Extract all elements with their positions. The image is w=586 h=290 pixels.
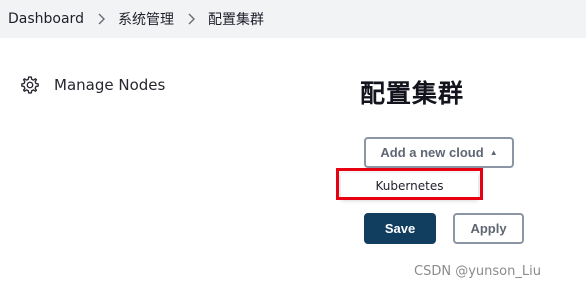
add-cloud-label: Add a new cloud xyxy=(380,145,484,160)
sidebar-item-label: Manage Nodes xyxy=(54,76,166,94)
sidebar-item-manage-nodes[interactable]: Manage Nodes xyxy=(20,72,165,98)
save-button[interactable]: Save xyxy=(364,213,436,244)
breadcrumb: Dashboard 系统管理 配置集群 xyxy=(0,0,586,38)
breadcrumb-item-system-management[interactable]: 系统管理 xyxy=(118,9,174,29)
caret-up-icon: ▲ xyxy=(489,148,498,157)
add-cloud-button[interactable]: Add a new cloud ▲ xyxy=(364,137,514,168)
watermark: CSDN @yunson_Liu xyxy=(414,264,541,279)
breadcrumb-item-configure-clusters[interactable]: 配置集群 xyxy=(208,9,264,29)
page-title: 配置集群 xyxy=(360,79,465,108)
apply-button[interactable]: Apply xyxy=(453,213,524,244)
breadcrumb-item-dashboard[interactable]: Dashboard xyxy=(8,11,84,27)
chevron-right-icon xyxy=(174,13,208,25)
highlight-annotation xyxy=(336,168,483,200)
chevron-right-icon xyxy=(84,13,118,25)
gear-icon xyxy=(20,75,40,95)
